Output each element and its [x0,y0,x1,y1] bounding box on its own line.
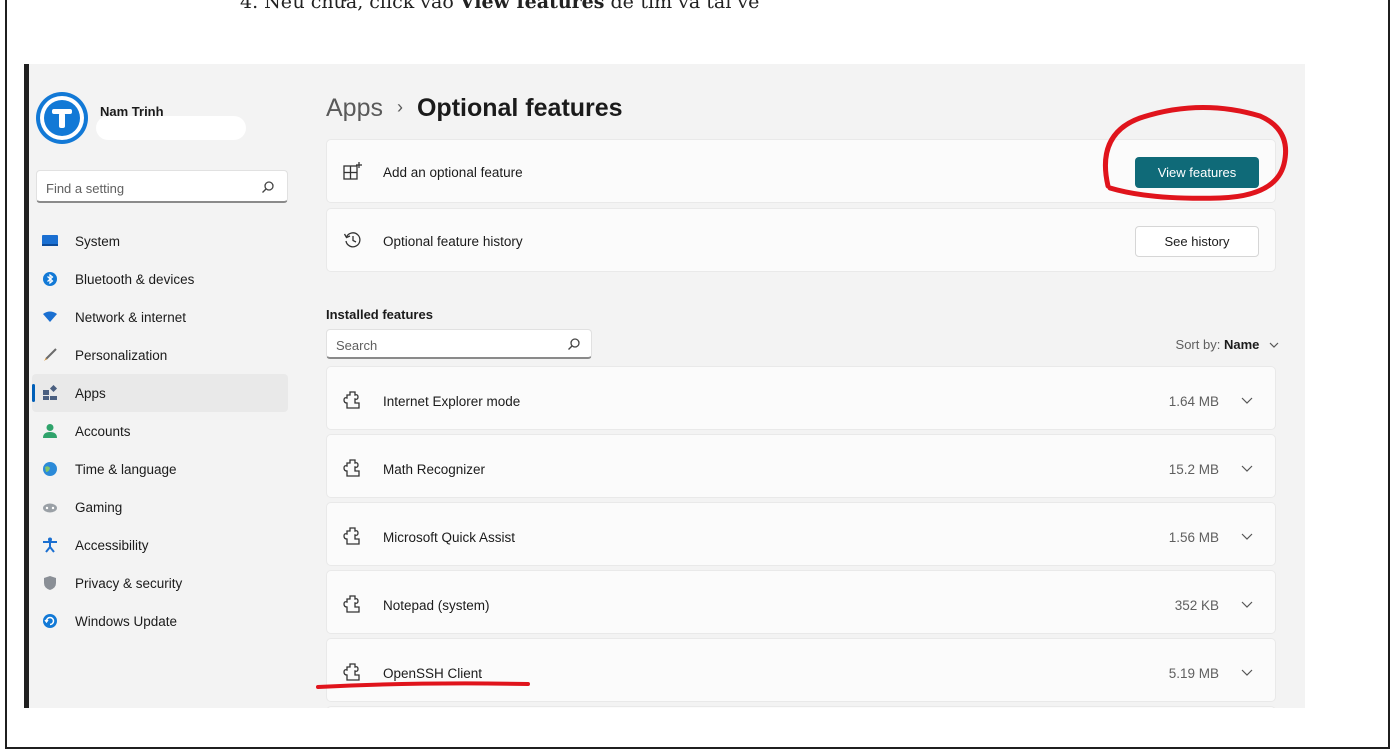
sort-label: Sort by: [1175,337,1221,352]
monitor-icon [42,235,58,246]
annotation-circle [1102,105,1289,201]
sidebar-item-accessibility[interactable]: Accessibility [32,526,288,564]
puzzle-gear-icon [343,595,360,613]
page-title: Optional features [416,94,623,122]
sidebar-item-windows-update[interactable]: Windows Update [32,602,288,640]
chevron-down-icon [1269,342,1279,348]
redacted-email [96,116,246,140]
active-indicator [32,384,35,402]
history-icon [343,232,361,248]
document-caption: 4. Nếu chưa, click vào View features để … [240,0,760,13]
feature-name: OpenSSH Client [383,666,483,681]
add-optional-feature-label: Add an optional feature [383,165,523,180]
wifi-icon [43,311,57,322]
apps-icon [43,385,58,400]
sort-value: Name [1223,337,1260,352]
search-icon [568,338,580,350]
chevron-down-icon[interactable] [1241,395,1253,405]
feature-row[interactable]: Internet Explorer mode 1.64 MB [326,366,1276,430]
chevron-down-icon[interactable] [1241,599,1253,609]
feature-name: Math Recognizer [383,462,486,477]
puzzle-gear-icon [343,527,360,545]
feature-size: 5.19 MB [1168,666,1219,681]
sort-dropdown[interactable]: Sort by: Name [1176,337,1279,352]
feature-row[interactable]: OpenSSH Client 5.19 MB [326,638,1276,702]
feature-row[interactable]: Math Recognizer 15.2 MB [326,434,1276,498]
installed-search-placeholder: Search [336,338,378,353]
find-setting-placeholder: Find a setting [46,181,125,196]
sidebar-item-time-language[interactable]: Time & language [32,450,288,488]
sidebar-nav: System Bluetooth & devices Network & int… [32,222,288,640]
sidebar-item-personalization[interactable]: Personalization [32,336,288,374]
sidebar-item-bluetooth[interactable]: Bluetooth & devices [32,260,288,298]
avatar[interactable] [36,92,88,144]
sidebar-item-gaming[interactable]: Gaming [32,488,288,526]
feature-name: Notepad (system) [383,598,490,613]
see-history-button[interactable]: See history [1135,226,1259,257]
person-icon [43,424,57,438]
find-setting-input[interactable]: Find a setting [36,170,288,203]
chevron-down-icon[interactable] [1241,463,1253,473]
chevron-down-icon[interactable] [1241,667,1253,677]
update-icon [43,614,57,628]
installed-features-heading: Installed features [326,307,433,322]
feature-size: 352 KB [1174,598,1219,613]
feature-row-partial [326,706,1276,708]
feature-row[interactable]: Notepad (system) 352 KB [326,570,1276,634]
sidebar-item-privacy-security[interactable]: Privacy & security [32,564,288,602]
feature-name: Microsoft Quick Assist [383,530,516,545]
feature-size: 1.56 MB [1168,530,1219,545]
feature-size: 1.64 MB [1168,394,1219,409]
puzzle-gear-icon [343,391,360,409]
breadcrumb: Apps › Optional features [326,94,623,123]
window-edge [24,64,29,708]
feature-name: Internet Explorer mode [383,394,521,409]
sidebar-item-network[interactable]: Network & internet [32,298,288,336]
add-feature-icon [343,162,362,180]
annotation-underline [316,681,530,689]
bluetooth-icon [43,272,57,286]
chevron-down-icon[interactable] [1241,531,1253,541]
feature-row[interactable]: Microsoft Quick Assist 1.56 MB [326,502,1276,566]
breadcrumb-parent-apps[interactable]: Apps [326,94,383,122]
breadcrumb-separator: › [396,97,403,117]
sidebar-item-apps[interactable]: Apps [32,374,288,412]
brush-icon [44,348,57,361]
installed-search-input[interactable]: Search [326,329,592,359]
sidebar-item-accounts[interactable]: Accounts [32,412,288,450]
accessibility-icon [43,537,57,553]
feature-history-label: Optional feature history [383,234,523,249]
puzzle-gear-icon [343,459,360,477]
search-icon [262,181,274,193]
feature-size: 15.2 MB [1168,462,1219,477]
avatar-logo-icon [44,100,80,136]
shield-icon [44,576,56,590]
sidebar-item-system[interactable]: System [32,222,288,260]
puzzle-gear-icon [343,663,360,681]
globe-icon [43,462,57,476]
gamepad-icon [43,503,57,513]
feature-history-card: Optional feature history See history [326,208,1276,272]
